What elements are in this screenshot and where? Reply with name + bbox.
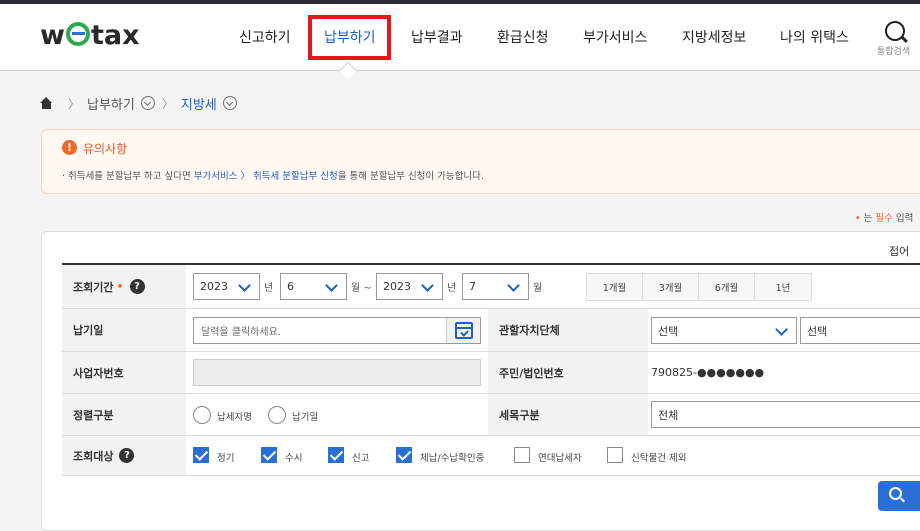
chevron-down-icon	[238, 279, 251, 292]
row-sort: 정렬구분 납세자명 납기일 세목구분 전체	[62, 394, 920, 436]
nav-highlight-box	[308, 15, 391, 60]
sort-taxpayer-radio[interactable]	[193, 406, 211, 424]
breadcrumb: 〉 납부하기 〉 지방세	[40, 94, 237, 113]
target-occasional-checkbox[interactable]	[261, 447, 277, 463]
target-joint-taxpayer-label[interactable]: 연대납세자	[538, 450, 582, 464]
quick-period-group: 1개월 3개월 6개월 1년	[586, 273, 812, 301]
search-form-panel: 접어 조회기간 •? 2023 년 6 월 ~ 2023 년 7 월 1개월 3개…	[41, 231, 920, 531]
nav-item-my-wetax[interactable]: 나의 위택스	[780, 27, 849, 47]
sort-label: 정렬구분	[62, 394, 186, 435]
period-label: 조회기간 •?	[62, 265, 186, 308]
authority-label: 관할자치단체	[488, 309, 648, 351]
chevron-down-icon	[775, 323, 788, 336]
logo-e-mark	[65, 22, 90, 46]
required-note: • 는 필수 입력	[855, 213, 914, 224]
target-regular-checkbox[interactable]	[193, 447, 209, 463]
calendar-icon	[455, 322, 473, 339]
chevron-right-icon: 〉	[68, 96, 81, 111]
sort-taxpayer-label[interactable]: 납세자명	[217, 409, 252, 423]
nav-item-extra-services[interactable]: 부가서비스	[583, 27, 647, 47]
start-month-select[interactable]: 6	[280, 273, 347, 300]
target-regular-label[interactable]: 정기	[217, 450, 234, 464]
row-target: 조회대상? 정기 수시 신고 체납/수납확인중 연대납세자 신탁물건 제외	[62, 436, 920, 476]
nav-active-caret	[339, 61, 357, 79]
notice-text: · 취득세를 분할납부 하고 싶다면 부가서비스 〉 취득세 분할납부 신청을 …	[62, 171, 484, 182]
tax-item-select[interactable]: 전체	[651, 401, 920, 428]
resident-no-value: 790825-●●●●●●●	[651, 366, 765, 379]
breadcrumb-item-local-tax[interactable]: 지방세	[181, 94, 217, 113]
chevron-down-icon	[325, 279, 338, 292]
target-arrears-checkbox[interactable]	[396, 447, 412, 463]
authority-city-select[interactable]: 선택	[800, 317, 920, 344]
nav-item-refund[interactable]: 환급신청	[497, 27, 549, 47]
chevron-right-icon: 〉	[161, 96, 174, 111]
search-icon	[889, 487, 902, 500]
search-label[interactable]: 통합검색	[877, 44, 910, 57]
breadcrumb-item-payment[interactable]: 납부하기	[87, 94, 135, 113]
notice-link[interactable]: 부가서비스 〉 취득세 분할납부 신청	[194, 171, 338, 182]
site-header: w tax 신고하기 납부하기 납부결과 환급신청 부가서비스 지방세정보 나의 …	[0, 4, 920, 79]
authority-province-select[interactable]: 선택	[651, 317, 797, 344]
end-year-select[interactable]: 2023	[376, 273, 443, 300]
unit-year: 년	[264, 283, 274, 294]
nav-item-file-return[interactable]: 신고하기	[239, 27, 291, 47]
chevron-down-icon[interactable]	[222, 96, 237, 110]
period-6-months-button[interactable]: 6개월	[699, 274, 755, 300]
help-icon[interactable]: ?	[119, 448, 135, 463]
row-period: 조회기간 •? 2023 년 6 월 ~ 2023 년 7 월 1개월 3개월 6…	[62, 265, 920, 309]
nav-item-local-tax-info[interactable]: 지방세정보	[682, 27, 746, 47]
help-icon[interactable]: ?	[129, 279, 145, 294]
unit-month-tilde: 월 ~	[351, 283, 372, 294]
home-icon[interactable]	[40, 97, 53, 109]
biz-no-label: 사업자번호	[62, 352, 186, 393]
due-date-label: 납기일	[62, 309, 186, 351]
calendar-button[interactable]	[446, 318, 480, 343]
notice-box: ! 유의사항 · 취득세를 분할납부 하고 싶다면 부가서비스 〉 취득세 분할…	[41, 129, 920, 194]
target-occasional-label[interactable]: 수시	[285, 450, 302, 464]
target-return-label[interactable]: 신고	[352, 450, 369, 464]
search-form-table: 조회기간 •? 2023 년 6 월 ~ 2023 년 7 월 1개월 3개월 6…	[62, 263, 920, 476]
start-year-select[interactable]: 2023	[193, 273, 260, 300]
chevron-down-icon	[421, 279, 434, 292]
tax-item-label: 세목구분	[488, 394, 648, 435]
period-1-year-button[interactable]: 1년	[755, 274, 811, 300]
search-button[interactable]	[878, 481, 920, 511]
fold-toggle[interactable]: 접어	[889, 243, 909, 259]
biz-no-input[interactable]	[193, 359, 481, 386]
end-month-select[interactable]: 7	[462, 273, 529, 300]
due-date-input[interactable]: 달력을 클릭하세요.	[193, 317, 481, 344]
alert-icon: !	[62, 140, 77, 155]
row-due-date: 납기일 달력을 클릭하세요. 관할자치단체 선택 선택	[62, 309, 920, 352]
target-label: 조회대상?	[62, 436, 186, 475]
sort-due-date-radio[interactable]	[268, 406, 286, 424]
nav-item-payment-result[interactable]: 납부결과	[411, 27, 463, 47]
target-joint-taxpayer-checkbox[interactable]	[514, 447, 530, 463]
target-exclude-trust-label[interactable]: 신탁물건 제외	[631, 450, 686, 464]
period-1-month-button[interactable]: 1개월	[587, 274, 643, 300]
target-exclude-trust-checkbox[interactable]	[607, 447, 623, 463]
sort-due-date-label[interactable]: 납기일	[292, 409, 318, 423]
period-3-months-button[interactable]: 3개월	[643, 274, 699, 300]
unit-year: 년	[447, 283, 457, 294]
resident-no-label: 주민/법인번호	[488, 352, 648, 393]
search-icon[interactable]	[885, 21, 905, 41]
chevron-down-icon	[507, 279, 520, 292]
wetax-logo[interactable]: w tax	[40, 20, 140, 51]
row-biz-no: 사업자번호 주민/법인번호 790825-●●●●●●●	[62, 352, 920, 394]
target-return-checkbox[interactable]	[328, 447, 344, 463]
chevron-down-icon[interactable]	[140, 96, 155, 110]
notice-title: 유의사항	[83, 142, 128, 156]
target-arrears-label[interactable]: 체납/수납확인중	[420, 450, 484, 464]
unit-month: 월	[533, 283, 543, 294]
